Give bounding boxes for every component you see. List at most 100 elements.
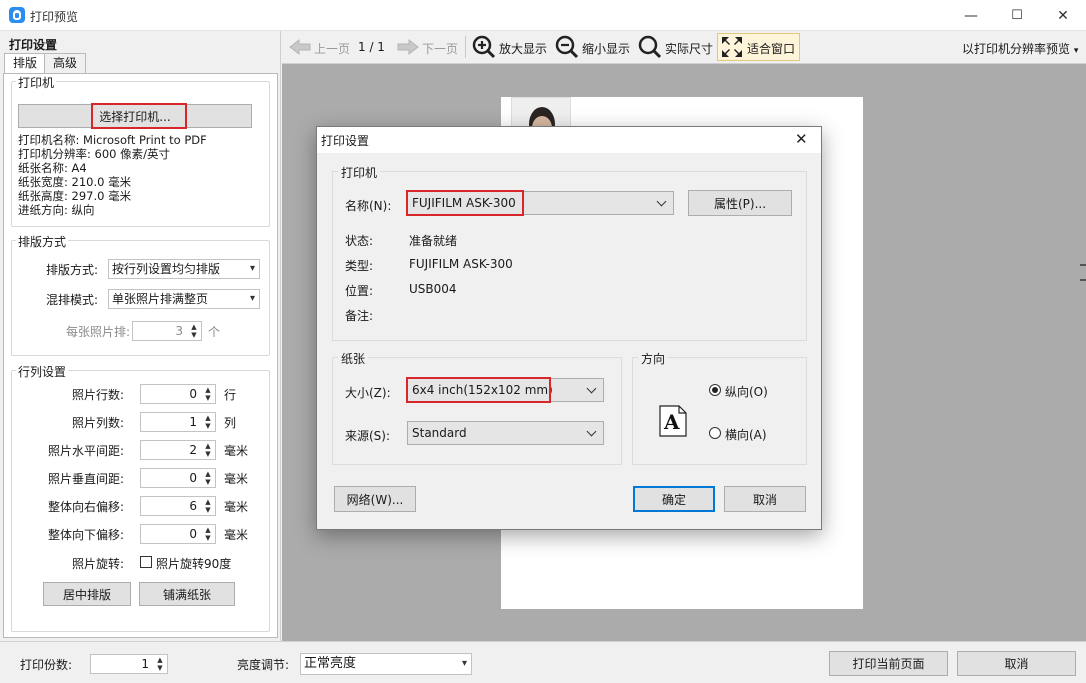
paper-source-select[interactable]: Standard <box>407 421 604 445</box>
offset-right-stepper[interactable]: 6 ▲ ▼ <box>140 496 216 516</box>
printer-info-feed-direction: 进纸方向: 纵向 <box>18 203 95 217</box>
h-spacing-value: 2 <box>189 443 197 457</box>
chevron-down-icon <box>586 426 597 437</box>
zoom-in-icon <box>472 35 496 59</box>
status-label: 状态: <box>345 234 374 248</box>
photo-rows-value: 0 <box>189 387 197 401</box>
stepper-arrows-icon[interactable]: ▲ ▼ <box>155 656 165 672</box>
tab-layout[interactable]: 排版 <box>4 53 47 74</box>
fill-paper-label: 铺满纸张 <box>162 587 211 602</box>
mix-mode-value: 单张照片排满整页 <box>112 292 209 306</box>
brightness-value: 正常亮度 <box>304 656 357 671</box>
title-bar: 打印预览 — ☐ ✕ <box>0 0 1086 31</box>
layout-mode-select[interactable]: 按行列设置均匀排版 <box>108 259 260 279</box>
toolbar-divider <box>465 36 466 58</box>
bottom-bar: 打印份数: 1 ▲▼ 亮度调节: 正常亮度 打印当前页面 取消 <box>0 641 1086 683</box>
paper-size-label: 大小(Z): <box>345 386 391 400</box>
photo-cols-unit: 列 <box>224 416 237 430</box>
status-value: 准备就绪 <box>409 234 458 248</box>
preview-mode-menu[interactable]: 以打印机分辨率预览 ▾ <box>962 40 1078 57</box>
print-current-page-button[interactable]: 打印当前页面 <box>829 651 948 676</box>
dialog-orientation-group-title: 方向 <box>638 350 669 367</box>
dialog-close-icon[interactable]: ✕ <box>795 130 808 148</box>
photo-cols-value: 1 <box>189 415 197 429</box>
dialog-cancel-button[interactable]: 取消 <box>724 486 806 512</box>
printer-info-resolution: 打印机分辨率: 600 像素/英寸 <box>18 147 171 161</box>
chevron-down-icon <box>656 196 667 207</box>
close-button[interactable]: ✕ <box>1040 0 1086 31</box>
stepper-arrows-icon[interactable]: ▲ ▼ <box>203 498 213 514</box>
printer-info-paper-width: 纸张宽度: 210.0 毫米 <box>18 175 132 189</box>
photo-rotate-label: 照片旋转: <box>71 557 124 571</box>
mix-mode-select[interactable]: 单张照片排满整页 <box>108 289 260 309</box>
layout-group-title: 排版方式 <box>16 233 69 250</box>
page-indicator: 1 / 1 <box>358 40 385 54</box>
properties-label: 属性(P)... <box>713 196 767 211</box>
brightness-select[interactable]: 正常亮度 <box>300 653 472 675</box>
copies-stepper[interactable]: 1 ▲ ▼ <box>90 654 168 674</box>
maximize-button[interactable]: ☐ <box>994 0 1040 31</box>
photo-rows-unit: 行 <box>224 388 237 402</box>
photo-cols-stepper[interactable]: 1 ▲ ▼ <box>140 412 216 432</box>
printer-info-paper-height: 纸张高度: 297.0 毫米 <box>18 189 132 203</box>
dialog-title-bar: 打印设置 ✕ <box>317 127 821 153</box>
portrait-radio[interactable] <box>709 384 721 396</box>
properties-button[interactable]: 属性(P)... <box>688 190 792 216</box>
select-printer-highlight <box>91 103 187 129</box>
stepper-arrows-icon[interactable]: ▲ ▼ <box>203 470 213 486</box>
ok-button[interactable]: 确定 <box>633 486 715 512</box>
layout-tab-page: 打印机 选择打印机... 打印机名称: Microsoft Print to P… <box>3 73 278 638</box>
v-spacing-unit: 毫米 <box>224 472 249 486</box>
photo-rows-label: 照片行数: <box>71 388 124 402</box>
copies-value: 1 <box>141 657 149 671</box>
settings-panel: 打印设置 排版 高级 打印机 选择打印机... 打印机名称: Microsoft… <box>0 31 281 641</box>
offset-down-label: 整体向下偏移: <box>47 528 124 542</box>
v-spacing-value: 0 <box>189 471 197 485</box>
center-layout-label: 居中排版 <box>62 587 111 602</box>
layout-mode-label: 排版方式: <box>45 263 98 277</box>
photo-rows-stepper[interactable]: 0 ▲ ▼ <box>140 384 216 404</box>
portrait-label[interactable]: 纵向(O) <box>725 383 768 400</box>
network-label: 网络(W)... <box>346 492 404 507</box>
type-value: FUJIFILM ASK-300 <box>409 257 513 271</box>
dialog-paper-group-title: 纸张 <box>338 350 369 367</box>
fit-window-icon <box>722 37 742 57</box>
printer-info-paper-name: 纸张名称: A4 <box>18 161 87 175</box>
zoom-in-label: 放大显示 <box>499 42 548 56</box>
offset-right-label: 整体向右偏移: <box>47 500 124 514</box>
h-spacing-stepper[interactable]: 2 ▲ ▼ <box>140 440 216 460</box>
comment-label: 备注: <box>345 309 374 323</box>
location-value: USB004 <box>409 282 457 296</box>
photo-cols-label: 照片列数: <box>71 416 124 430</box>
rotate-checkbox[interactable] <box>140 556 152 568</box>
v-spacing-stepper[interactable]: 0 ▲ ▼ <box>140 468 216 488</box>
landscape-radio[interactable] <box>709 427 721 439</box>
cancel-button[interactable]: 取消 <box>957 651 1076 676</box>
stepper-arrows-icon[interactable]: ▲ ▼ <box>203 526 213 542</box>
network-button[interactable]: 网络(W)... <box>334 486 416 512</box>
center-layout-button[interactable]: 居中排版 <box>43 582 131 606</box>
next-page-label: 下一页 <box>422 42 459 56</box>
per-photo-unit: 个 <box>208 325 221 339</box>
fill-paper-button[interactable]: 铺满纸张 <box>139 582 235 606</box>
rotate-checkbox-label[interactable]: 照片旋转90度 <box>156 555 231 572</box>
printer-info-list: 打印机名称: Microsoft Print to PDF 打印机分辨率: 60… <box>18 133 268 217</box>
stepper-arrows-icon[interactable]: ▲ ▼ <box>203 442 213 458</box>
printer-group-title: 打印机 <box>16 74 57 91</box>
actual-size-label: 实际尺寸 <box>665 42 714 56</box>
minimize-button[interactable]: — <box>948 0 994 31</box>
window-title: 打印预览 <box>30 10 79 24</box>
offset-down-stepper[interactable]: 0 ▲ ▼ <box>140 524 216 544</box>
stepper-arrows-icon[interactable]: ▲ ▼ <box>203 386 213 402</box>
landscape-label[interactable]: 横向(A) <box>725 426 767 443</box>
stepper-arrows-icon[interactable]: ▲ ▼ <box>203 414 213 430</box>
magnifier-icon <box>638 35 662 59</box>
fit-window-button[interactable]: 适合窗口 <box>717 33 800 61</box>
stepper-arrows-icon[interactable]: ▲ ▼ <box>189 323 199 339</box>
chevron-down-icon: ▾ <box>1073 46 1079 56</box>
settings-panel-title: 打印设置 <box>9 38 58 52</box>
per-photo-stepper[interactable]: 3 ▲ ▼ <box>132 321 202 341</box>
tab-advanced[interactable]: 高级 <box>44 53 87 73</box>
printer-name-label: 名称(N): <box>345 199 392 213</box>
paper-source-label: 来源(S): <box>345 429 391 443</box>
